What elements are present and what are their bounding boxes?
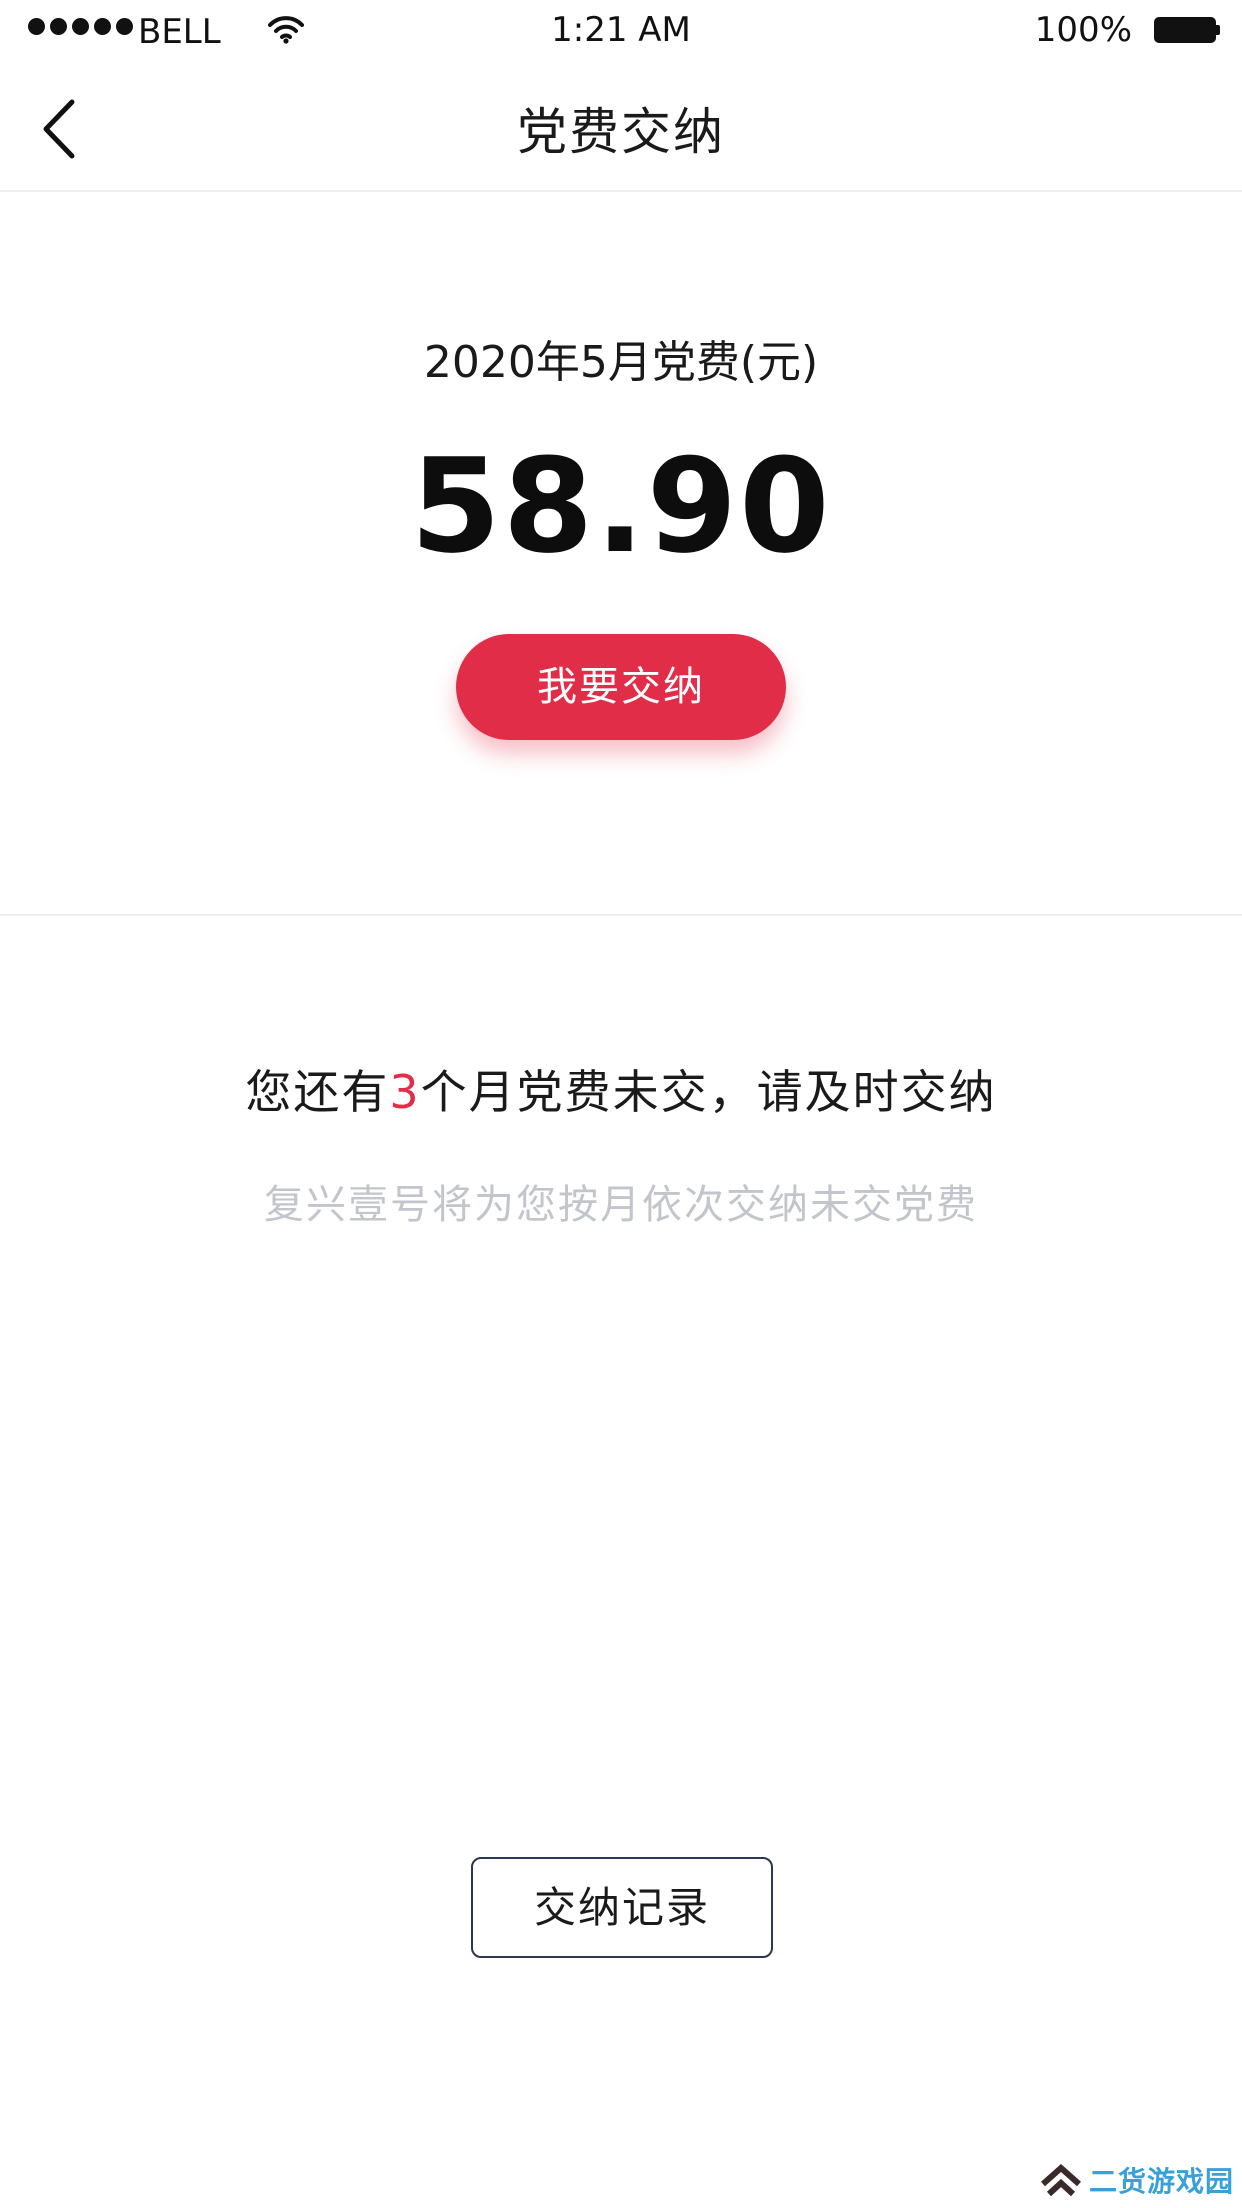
navigation-bar: 党费交纳: [0, 64, 1242, 192]
section-divider: [0, 914, 1242, 916]
battery-icon: [1154, 17, 1220, 43]
unpaid-notice: 您还有3个月党费未交，请及时交纳: [0, 1056, 1242, 1122]
status-bar: BELL 1:21 AM 100%: [0, 0, 1242, 60]
pay-button[interactable]: 我要交纳: [456, 634, 786, 740]
fee-amount: 58.90: [410, 430, 832, 582]
watermark: 二货游戏园: [1039, 2160, 1234, 2200]
logo-icon: [1040, 2163, 1081, 2197]
page-title: 党费交纳: [517, 103, 725, 161]
auto-pay-hint: 复兴壹号将为您按月依次交纳未交党费: [264, 1182, 978, 1228]
fee-period-label: 2020年5月党费(元): [423, 337, 819, 388]
watermark-text: 二货游戏园: [1088, 2165, 1234, 2198]
payment-records-button[interactable]: 交纳记录: [471, 1857, 773, 1958]
unpaid-notice-suffix: 个月党费未交，请及时交纳: [420, 1065, 997, 1119]
unpaid-notice-prefix: 您还有: [245, 1065, 390, 1119]
screen: BELL 1:21 AM 100% 党费交纳 2020年5月党费(元) 58.9…: [0, 0, 1242, 2208]
battery-percentage: 100%: [1034, 10, 1132, 50]
unpaid-months-count: 3: [389, 1065, 421, 1119]
